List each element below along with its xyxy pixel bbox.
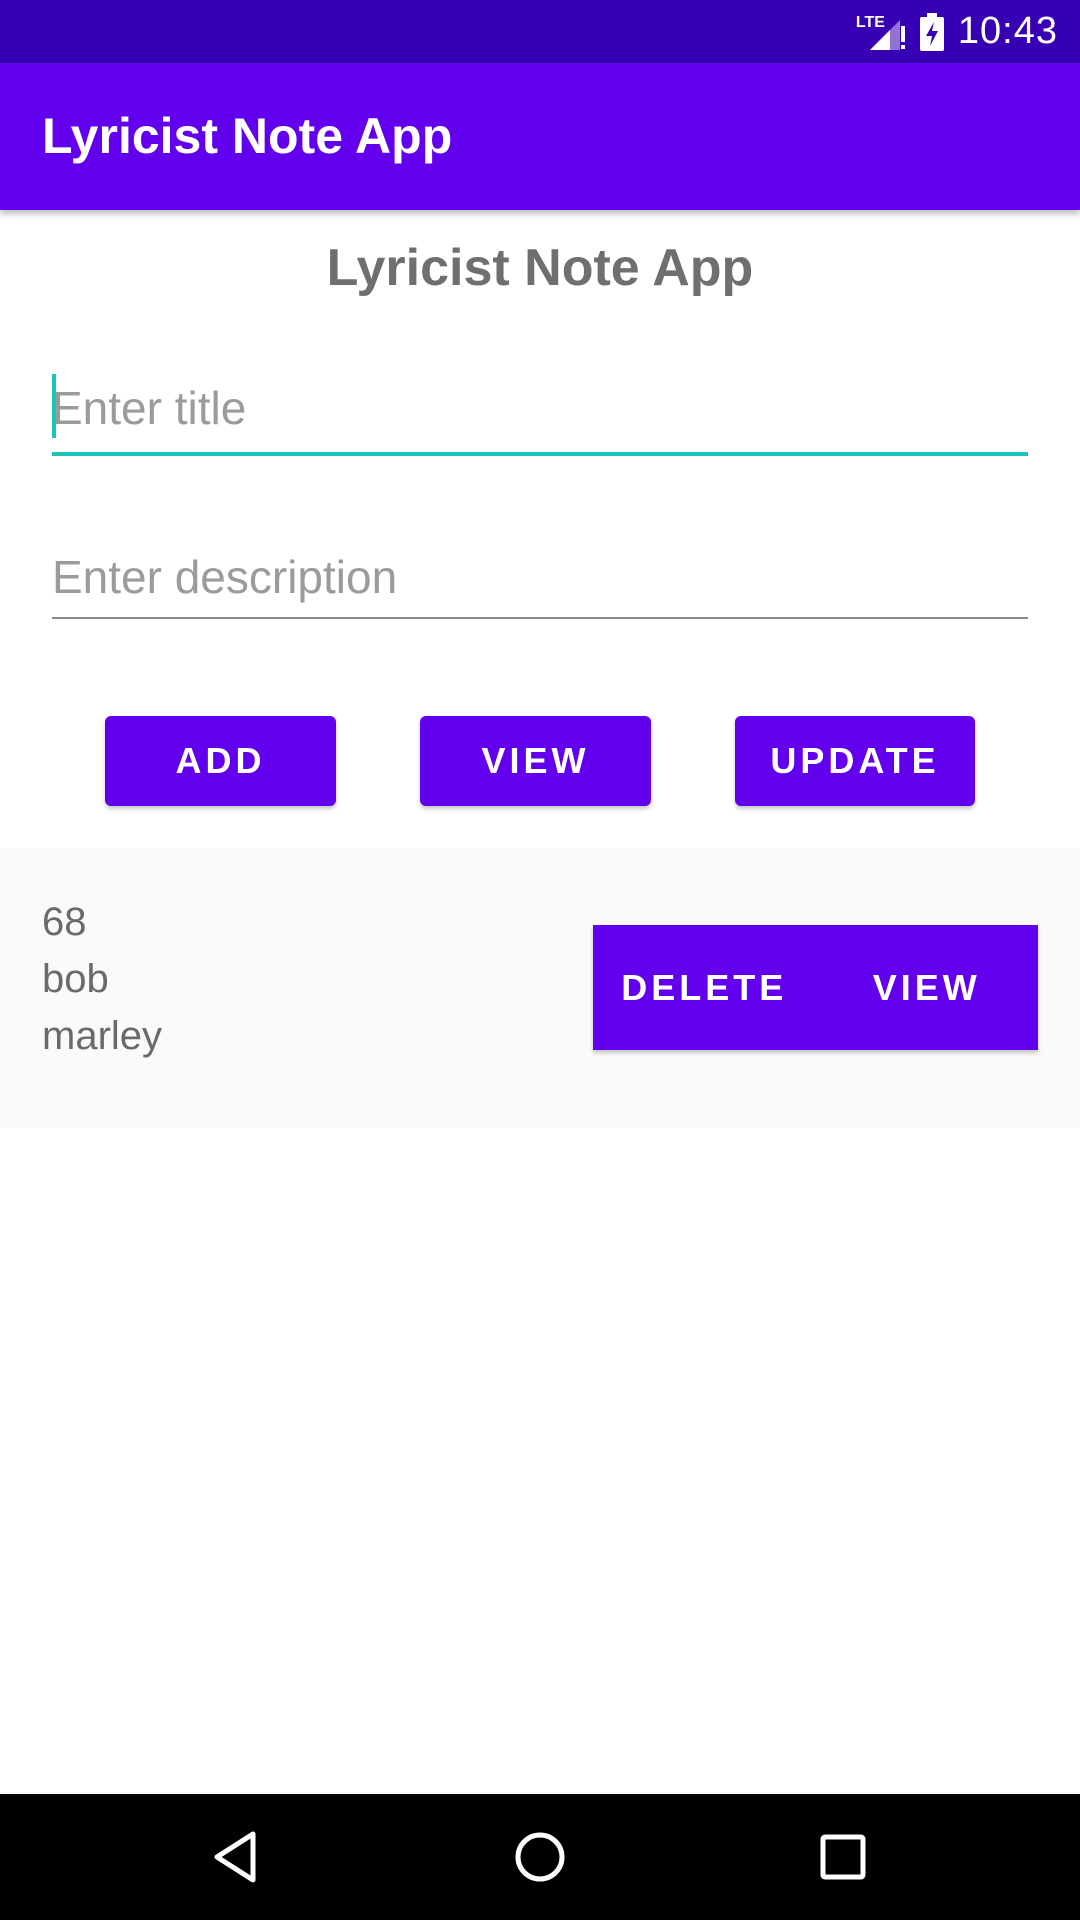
- title-input[interactable]: [52, 370, 1028, 446]
- note-id: 68: [42, 900, 87, 944]
- app-bar-title: Lyricist Note App: [42, 108, 453, 164]
- title-field: [52, 370, 1028, 456]
- lte-signal-icon: LTE: [856, 12, 906, 52]
- view-button[interactable]: VIEW: [420, 716, 651, 806]
- status-bar: LTE 10:43: [0, 0, 1080, 63]
- app-bar: Lyricist Note App: [0, 63, 1080, 210]
- add-button[interactable]: ADD: [105, 716, 336, 806]
- list-item: 68 bob marley DELETE VIEW: [0, 848, 1080, 1128]
- delete-note-button[interactable]: DELETE: [593, 925, 816, 1050]
- view-note-button[interactable]: VIEW: [816, 925, 1039, 1050]
- page-title: Lyricist Note App: [326, 239, 754, 297]
- note-details: 68 bob marley: [42, 894, 162, 1065]
- recent-apps-icon[interactable]: [810, 1824, 876, 1890]
- text-cursor: [52, 374, 56, 438]
- battery-charging-icon: [919, 12, 944, 51]
- home-icon[interactable]: [507, 1824, 573, 1890]
- note-description: marley: [42, 1014, 163, 1058]
- note-actions: DELETE VIEW: [593, 925, 1038, 1050]
- back-icon[interactable]: [203, 1824, 269, 1890]
- status-clock: 10:43: [957, 10, 1058, 52]
- update-button[interactable]: UPDATE: [735, 716, 975, 806]
- status-icons: LTE 10:43: [856, 0, 1058, 63]
- description-field: [52, 542, 1028, 619]
- note-title: bob: [42, 957, 109, 1001]
- navigation-bar: [0, 1794, 1080, 1920]
- description-input[interactable]: [52, 542, 1028, 612]
